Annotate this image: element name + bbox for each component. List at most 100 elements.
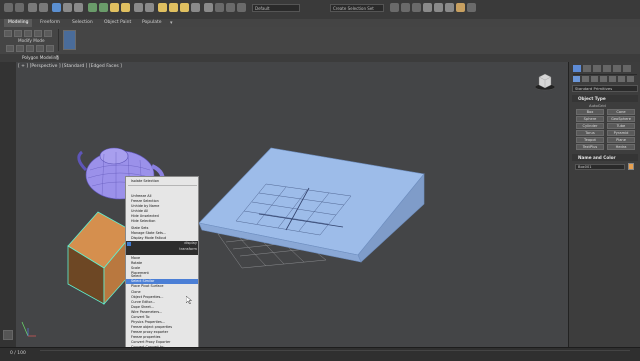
- utilities-tab-icon[interactable]: [623, 65, 631, 72]
- mirror-icon[interactable]: [215, 3, 224, 12]
- tab-populate[interactable]: Populate: [138, 19, 166, 27]
- unlink-icon[interactable]: [39, 3, 48, 12]
- object-color-swatch[interactable]: [628, 163, 634, 170]
- polygon-modeling-label[interactable]: Polygon Modeling: [22, 55, 59, 60]
- tab-freeform[interactable]: Freeform: [36, 19, 64, 27]
- chevron-down-icon[interactable]: ▾: [56, 54, 59, 60]
- select-by-name-icon[interactable]: [63, 3, 72, 12]
- named-selection-icon[interactable]: [204, 3, 213, 12]
- workspace-combo[interactable]: Default: [252, 4, 300, 12]
- layer-icon[interactable]: [237, 3, 246, 12]
- modify-tab-icon[interactable]: [583, 65, 591, 72]
- perspective-viewport[interactable]: [ + ] [Perspective ] [Standard ] [Edged …: [16, 62, 568, 347]
- object-type-rollout-header[interactable]: Object Type: [572, 95, 638, 102]
- autogrid-checkbox[interactable]: AutoGrid: [589, 103, 606, 108]
- axis-tripod-icon: [21, 321, 36, 337]
- reference-coordinate-icon[interactable]: [134, 3, 143, 12]
- hierarchy-tab-icon[interactable]: [593, 65, 601, 72]
- ribbon-tool-icon[interactable]: [34, 30, 42, 37]
- select-object-icon[interactable]: [52, 3, 61, 12]
- category-dropdown[interactable]: Standard Primitives: [572, 85, 638, 92]
- rendered-frame-icon[interactable]: [445, 3, 454, 12]
- lights-icon[interactable]: [591, 76, 598, 82]
- cone-button[interactable]: Cone: [607, 109, 635, 115]
- render-activeshade-icon[interactable]: [467, 3, 476, 12]
- quad-menu: Isolate Selection Unfreeze All Freeze Se…: [125, 176, 199, 360]
- rotate-icon[interactable]: [99, 3, 108, 12]
- geosphere-button[interactable]: GeoSphere: [607, 116, 635, 122]
- ribbon-tool-icon[interactable]: [24, 30, 32, 37]
- helpers-icon[interactable]: [609, 76, 616, 82]
- mouse-cursor-icon: [185, 295, 193, 306]
- ribbon-tool-icon[interactable]: [26, 45, 34, 52]
- pivot-icon[interactable]: [145, 3, 154, 12]
- ribbon-tool-icon[interactable]: [46, 45, 54, 52]
- material-editor-icon[interactable]: [423, 3, 432, 12]
- ribbon-tool-icon[interactable]: [16, 45, 24, 52]
- hedra-button[interactable]: Hedra: [607, 144, 635, 150]
- ribbon-tool-icon[interactable]: [4, 30, 12, 37]
- pyramid-button[interactable]: Pyramid: [607, 130, 635, 136]
- modify-mode-large-icon[interactable]: [63, 30, 76, 50]
- quad-section-header: display transform: [126, 241, 198, 255]
- systems-icon[interactable]: [627, 76, 634, 82]
- percent-snap-icon[interactable]: [180, 3, 189, 12]
- link-icon[interactable]: [28, 3, 37, 12]
- move-icon[interactable]: [88, 3, 97, 12]
- viewcube-icon[interactable]: [534, 70, 556, 92]
- snap-icon[interactable]: [158, 3, 167, 12]
- tube-button[interactable]: Tube: [607, 123, 635, 129]
- selection-set-combo[interactable]: Create Selection Set: [330, 4, 384, 12]
- panel-divider: [573, 74, 637, 75]
- torus-button[interactable]: Torus: [576, 130, 604, 136]
- menu-item[interactable]: Place Pivot Surface: [126, 284, 198, 289]
- tab-selection[interactable]: Selection: [68, 19, 97, 27]
- ribbon-tool-icon[interactable]: [6, 45, 14, 52]
- scale-icon[interactable]: [110, 3, 119, 12]
- display-tab-icon[interactable]: [613, 65, 621, 72]
- menu-item[interactable]: Hide Selection: [126, 219, 198, 224]
- ribbon-tool-icon[interactable]: [36, 45, 44, 52]
- ribbon-tool-icon[interactable]: [14, 30, 22, 37]
- object-type-label: Object Type: [578, 96, 606, 101]
- menu-item[interactable]: Isolate Selection: [126, 179, 198, 184]
- cylinder-button[interactable]: Cylinder: [576, 123, 604, 129]
- align-icon[interactable]: [226, 3, 235, 12]
- transform-section-label: transform: [179, 247, 197, 251]
- name-color-rollout-header[interactable]: Name and Color: [572, 154, 638, 161]
- ribbon-options-icon[interactable]: ▾: [170, 20, 173, 26]
- shapes-icon[interactable]: [582, 76, 589, 82]
- redo-icon[interactable]: [15, 3, 24, 12]
- ribbon-tool-icon[interactable]: [44, 30, 52, 37]
- sphere-button[interactable]: Sphere: [576, 116, 604, 122]
- geometry-icon[interactable]: [573, 76, 580, 82]
- box-button[interactable]: Box: [576, 109, 604, 115]
- layout-tab-icon[interactable]: [3, 330, 13, 340]
- tab-modeling[interactable]: Modeling: [4, 19, 33, 27]
- render-icon[interactable]: [456, 3, 465, 12]
- object-name-field[interactable]: Box001: [575, 164, 625, 170]
- plane-button[interactable]: Plane: [607, 137, 635, 143]
- quad-corner-icon: [127, 242, 131, 246]
- spacewarps-icon[interactable]: [618, 76, 625, 82]
- motion-tab-icon[interactable]: [603, 65, 611, 72]
- undo-icon[interactable]: [4, 3, 13, 12]
- frame-counter: 0 / 100: [10, 351, 26, 356]
- render-setup-icon[interactable]: [434, 3, 443, 12]
- selection-region-icon[interactable]: [74, 3, 83, 12]
- teapot-button[interactable]: Teapot: [576, 137, 604, 143]
- angle-snap-icon[interactable]: [169, 3, 178, 12]
- cameras-icon[interactable]: [600, 76, 607, 82]
- spinner-snap-icon[interactable]: [191, 3, 200, 12]
- textplus-button[interactable]: TextPlus: [576, 144, 604, 150]
- curve-editor-icon[interactable]: [401, 3, 410, 12]
- place-icon[interactable]: [121, 3, 130, 12]
- tab-object-paint[interactable]: Object Paint: [100, 19, 135, 27]
- timeline-track[interactable]: [40, 350, 630, 359]
- command-panel: Standard Primitives Object Type AutoGrid…: [568, 62, 640, 347]
- graph-editor-icon[interactable]: [390, 3, 399, 12]
- schematic-icon[interactable]: [412, 3, 421, 12]
- create-tab-icon[interactable]: [573, 65, 581, 72]
- time-slider[interactable]: 0 / 100: [0, 347, 640, 361]
- modify-mode-label: Modify Mode: [18, 38, 45, 43]
